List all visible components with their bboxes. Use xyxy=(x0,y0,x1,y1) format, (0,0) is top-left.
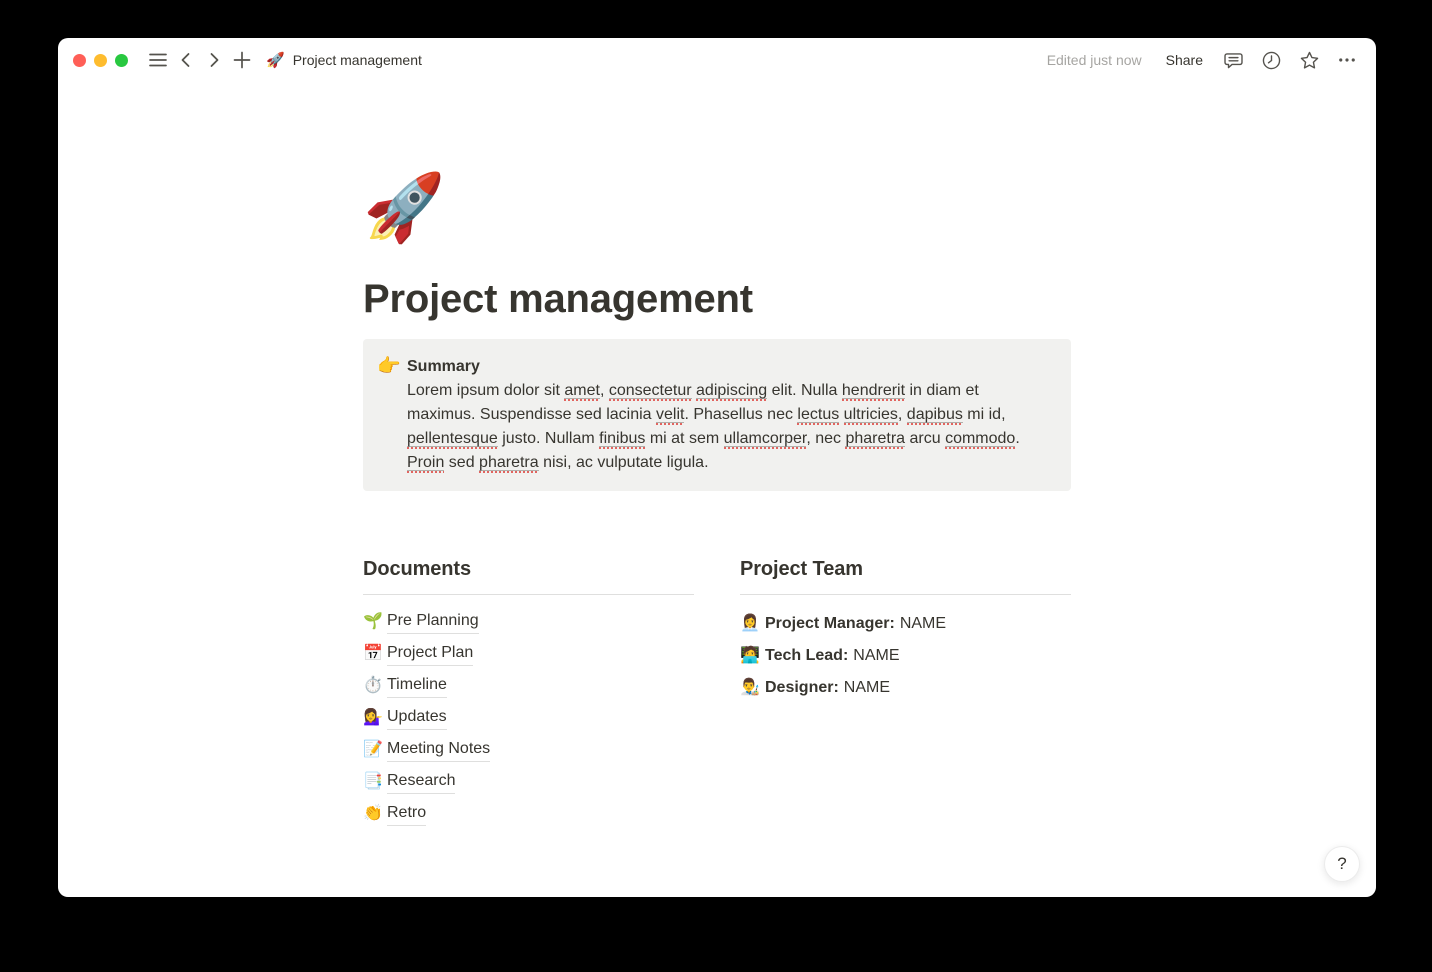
page-emoji-icon: 🚀 xyxy=(266,53,285,68)
project-team-heading: Project Team xyxy=(740,557,1071,582)
summary-callout[interactable]: 👉 Summary Lorem ipsum dolor sit amet, co… xyxy=(363,339,1071,491)
bookmark-tabs-emoji-icon: 📑 xyxy=(363,774,387,790)
close-window-button[interactable] xyxy=(73,54,86,67)
doc-link-pre-planning[interactable]: 🌱 Pre Planning xyxy=(363,606,694,638)
sidebar-menu-icon[interactable] xyxy=(144,46,172,74)
edited-status: Edited just now xyxy=(1047,52,1142,68)
pointing-right-emoji-icon: 👉 xyxy=(377,355,407,379)
doc-link-retro[interactable]: 👏 Retro xyxy=(363,798,694,830)
two-column-layout: Documents 🌱 Pre Planning 📅 Project Plan … xyxy=(363,557,1071,830)
breadcrumb-title: Project management xyxy=(293,52,422,68)
callout-body: Lorem ipsum dolor sit amet, consectetur … xyxy=(407,379,1047,475)
favorite-star-icon[interactable] xyxy=(1295,46,1323,74)
woman-office-worker-emoji-icon: 👩‍💼 xyxy=(740,616,765,632)
stopwatch-emoji-icon: ⏱️ xyxy=(363,678,387,694)
team-row-tech-lead: 🧑‍💻 Tech Lead: NAME xyxy=(740,640,1071,672)
more-options-icon[interactable] xyxy=(1333,46,1361,74)
traffic-lights xyxy=(73,54,128,67)
seedling-emoji-icon: 🌱 xyxy=(363,614,387,630)
back-button[interactable] xyxy=(172,46,200,74)
doc-link-meeting-notes[interactable]: 📝 Meeting Notes xyxy=(363,734,694,766)
doc-link-timeline[interactable]: ⏱️ Timeline xyxy=(363,670,694,702)
page-title[interactable]: Project management xyxy=(363,275,1071,323)
doc-link-updates[interactable]: 💁‍♀️ Updates xyxy=(363,702,694,734)
new-page-button[interactable] xyxy=(228,46,256,74)
doc-link-project-plan[interactable]: 📅 Project Plan xyxy=(363,638,694,670)
documents-list: 🌱 Pre Planning 📅 Project Plan ⏱️ Timelin… xyxy=(363,606,694,830)
documents-heading: Documents xyxy=(363,557,694,582)
man-artist-emoji-icon: 👨‍🎨 xyxy=(740,680,765,696)
summary-content: Summary Lorem ipsum dolor sit amet, cons… xyxy=(407,355,1047,475)
memo-emoji-icon: 📝 xyxy=(363,742,387,758)
clapping-hands-emoji-icon: 👏 xyxy=(363,806,387,822)
divider xyxy=(363,594,694,595)
breadcrumb[interactable]: 🚀 Project management xyxy=(266,52,422,68)
app-window: 🚀 Project management Edited just now Sha… xyxy=(58,38,1376,897)
toolbar-right: Edited just now Share xyxy=(1047,46,1361,74)
team-row-project-manager: 👩‍💼 Project Manager: NAME xyxy=(740,608,1071,640)
team-list: 👩‍💼 Project Manager: NAME 🧑‍💻 Tech Lead:… xyxy=(740,608,1071,704)
doc-link-research[interactable]: 📑 Research xyxy=(363,766,694,798)
help-button[interactable]: ? xyxy=(1324,846,1360,882)
zoom-window-button[interactable] xyxy=(115,54,128,67)
forward-button[interactable] xyxy=(200,46,228,74)
toolbar-left-icons xyxy=(144,46,256,74)
team-row-designer: 👨‍🎨 Designer: NAME xyxy=(740,672,1071,704)
history-clock-icon[interactable] xyxy=(1257,46,1285,74)
page-icon-rocket-emoji[interactable]: 🚀 xyxy=(363,168,441,246)
share-button[interactable]: Share xyxy=(1160,48,1209,72)
project-team-column: Project Team 👩‍💼 Project Manager: NAME 🧑… xyxy=(740,557,1071,830)
woman-tipping-hand-emoji-icon: 💁‍♀️ xyxy=(363,710,387,726)
summary-title: Summary xyxy=(407,355,1047,379)
minimize-window-button[interactable] xyxy=(94,54,107,67)
calendar-emoji-icon: 📅 xyxy=(363,646,387,662)
comments-icon[interactable] xyxy=(1219,46,1247,74)
documents-column: Documents 🌱 Pre Planning 📅 Project Plan … xyxy=(363,557,694,830)
divider xyxy=(740,594,1071,595)
page-content: 🚀 Project management 👉 Summary Lorem ips… xyxy=(363,168,1071,830)
toolbar: 🚀 Project management Edited just now Sha… xyxy=(58,38,1376,82)
technologist-emoji-icon: 🧑‍💻 xyxy=(740,648,765,664)
